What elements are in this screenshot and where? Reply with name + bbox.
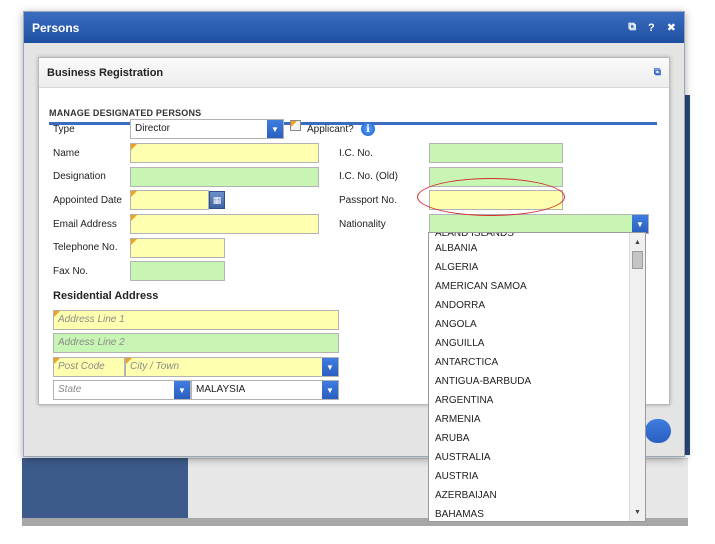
nationality-select[interactable]: ▼ (429, 214, 649, 234)
popout-icon[interactable]: ⧉ (628, 21, 636, 34)
passport-label: Passport No. (339, 195, 397, 206)
nationality-dropdown-list[interactable]: ÅLAND ISLANDS ALBANIA ALGERIA AMERICAN S… (428, 232, 646, 522)
fax-input[interactable] (130, 261, 225, 281)
passport-input[interactable] (429, 190, 563, 210)
address-line1-placeholder: Address Line 1 (58, 314, 125, 325)
chevron-down-icon[interactable]: ▼ (322, 381, 338, 399)
close-icon[interactable]: ✖ (667, 21, 676, 34)
list-item[interactable]: AZERBAIJAN (429, 486, 629, 505)
info-icon[interactable]: i (361, 122, 375, 136)
list-item[interactable]: ALBANIA (429, 239, 629, 258)
email-label: Email Address (53, 219, 117, 230)
dialog-header: Persons ⧉ ? ✖ (24, 12, 684, 43)
list-item[interactable]: BAHAMAS (429, 505, 629, 521)
chevron-down-icon[interactable]: ▼ (174, 381, 190, 399)
telephone-input[interactable] (130, 238, 225, 258)
postcode-input[interactable]: Post Code (53, 357, 125, 377)
ic-no-input[interactable] (429, 143, 563, 163)
scroll-up-icon[interactable]: ▲ (630, 235, 645, 249)
background-nav-panel (22, 458, 188, 518)
appointed-date-label: Appointed Date (53, 195, 122, 206)
state-placeholder: State (58, 384, 82, 395)
list-item[interactable]: ANGUILLA (429, 334, 629, 353)
action-button[interactable] (645, 419, 671, 443)
state-select[interactable]: State ▼ (53, 380, 191, 400)
list-item[interactable]: ARGENTINA (429, 391, 629, 410)
residential-address-header: Residential Address (53, 290, 159, 302)
designation-label: Designation (53, 171, 106, 182)
type-label: Type (53, 124, 75, 135)
panel-popout-icon[interactable]: ⧉ (654, 67, 661, 78)
scroll-down-icon[interactable]: ▼ (630, 505, 645, 519)
panel-title: Business Registration (47, 66, 164, 79)
type-select[interactable]: Director ▼ (130, 119, 284, 139)
chevron-down-icon[interactable]: ▼ (632, 215, 648, 233)
appointed-date-input[interactable] (130, 190, 209, 210)
postcode-placeholder: Post Code (58, 361, 105, 372)
telephone-label: Telephone No. (53, 242, 118, 253)
designation-input[interactable] (130, 167, 319, 187)
dropdown-scrollbar[interactable]: ▲ ▼ (629, 233, 645, 521)
dialog-title: Persons (32, 20, 80, 35)
fax-label: Fax No. (53, 266, 89, 277)
address-line2-placeholder: Address Line 2 (58, 337, 125, 348)
address-line1-input[interactable]: Address Line 1 (53, 310, 339, 330)
name-label: Name (53, 148, 80, 159)
chevron-down-icon[interactable]: ▼ (267, 120, 283, 138)
list-item[interactable]: ANTARCTICA (429, 353, 629, 372)
scrollbar-thumb[interactable] (632, 251, 643, 269)
name-input[interactable] (130, 143, 319, 163)
list-item[interactable]: AUSTRALIA (429, 448, 629, 467)
list-item[interactable]: AMERICAN SAMOA (429, 277, 629, 296)
list-item[interactable]: ANDORRA (429, 296, 629, 315)
list-item[interactable]: ARMENIA (429, 410, 629, 429)
ic-no-old-input[interactable] (429, 167, 563, 187)
ic-no-label: I.C. No. (339, 148, 373, 159)
city-select[interactable]: City / Town ▼ (125, 357, 339, 377)
applicant-checkbox[interactable] (290, 120, 301, 131)
calendar-icon[interactable]: ▦ (209, 191, 225, 209)
chevron-down-icon[interactable]: ▼ (322, 358, 338, 376)
list-item[interactable]: ARUBA (429, 429, 629, 448)
type-value: Director (135, 123, 171, 134)
panel-header: Business Registration ⧉ (39, 58, 669, 88)
list-item[interactable]: ANGOLA (429, 315, 629, 334)
nationality-label: Nationality (339, 219, 386, 230)
city-placeholder: City / Town (130, 361, 180, 372)
address-line2-input[interactable]: Address Line 2 (53, 333, 339, 353)
country-value: MALAYSIA (196, 384, 246, 395)
applicant-label: Applicant? (307, 124, 354, 135)
list-item[interactable]: ALGERIA (429, 258, 629, 277)
list-item[interactable]: AUSTRIA (429, 467, 629, 486)
ic-no-old-label: I.C. No. (Old) (339, 171, 398, 182)
email-input[interactable] (130, 214, 319, 234)
list-item[interactable]: ANTIGUA-BARBUDA (429, 372, 629, 391)
country-select[interactable]: MALAYSIA ▼ (191, 380, 339, 400)
help-icon[interactable]: ? (648, 22, 655, 34)
